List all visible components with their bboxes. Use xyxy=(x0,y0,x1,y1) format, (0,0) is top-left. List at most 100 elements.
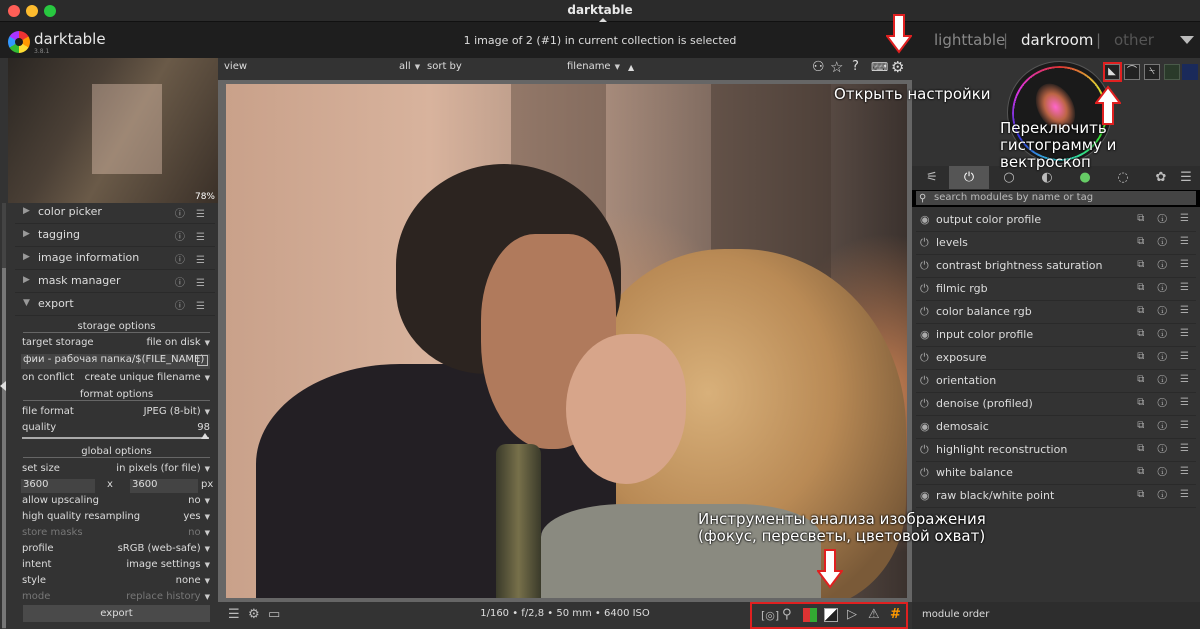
module-row[interactable]: ⏻ white balance ⧉ ⓘ ☰ xyxy=(916,462,1196,485)
annotation-analysis-line2: (фокус, пересветы, цветовой охват) xyxy=(698,527,986,545)
power-icon[interactable]: ⏻ xyxy=(920,466,929,480)
help-icon[interactable]: ? xyxy=(852,59,859,74)
option-value: in pixels (for file) xyxy=(116,463,201,474)
slider-knob[interactable] xyxy=(201,433,209,439)
annotation-analysis-line1: Инструменты анализа изображения xyxy=(698,510,986,528)
module-search-input[interactable]: search modules by name or tag ⚲ xyxy=(916,191,1196,205)
sort-direction-icon[interactable]: ▲ xyxy=(628,63,634,72)
module-export[interactable]: ▼ export ⓘ ☰ xyxy=(15,293,215,316)
power-icon[interactable]: ◉ xyxy=(920,420,930,433)
style-select[interactable]: style none ▼ xyxy=(22,575,210,590)
navigation-thumbnail[interactable]: 78% xyxy=(8,58,218,203)
module-row[interactable]: ⏻ highlight reconstruction ⧉ ⓘ ☰ xyxy=(916,439,1196,462)
power-icon[interactable]: ⏻ xyxy=(920,351,929,365)
module-actions-icon[interactable]: ⧉ ⓘ ☰ xyxy=(1137,213,1194,224)
module-row[interactable]: ⏻ contrast brightness saturation ⧉ ⓘ ☰ xyxy=(916,255,1196,278)
export-path-field[interactable]: фии - рабочая папка/$(FILE_NAME) xyxy=(21,354,210,369)
keyboard-icon[interactable]: ⌨ xyxy=(871,60,888,74)
power-icon[interactable]: ◉ xyxy=(920,213,930,226)
power-icon[interactable]: ◉ xyxy=(920,489,930,502)
module-row[interactable]: ⏻ exposure ⧉ ⓘ ☰ xyxy=(916,347,1196,370)
profile-select[interactable]: profile sRGB (web-safe) ▼ xyxy=(22,543,210,558)
module-tagging[interactable]: ▶ tagging ⓘ ☰ xyxy=(15,224,215,247)
module-actions-icon[interactable]: ⧉ ⓘ ☰ xyxy=(1137,466,1194,477)
module-actions-icon[interactable]: ⧉ ⓘ ☰ xyxy=(1137,328,1194,339)
module-actions-icon[interactable]: ⧉ ⓘ ☰ xyxy=(1137,259,1194,270)
module-name: levels xyxy=(936,236,968,249)
module-info-icon[interactable]: ⓘ ☰ xyxy=(175,297,209,312)
module-row[interactable]: ◉ demosaic ⧉ ⓘ ☰ xyxy=(916,416,1196,439)
power-icon[interactable]: ⏻ xyxy=(920,397,929,411)
gear-icon[interactable]: ⚙ xyxy=(891,58,904,76)
module-group-quick-access-icon[interactable]: ⚟ xyxy=(912,166,952,189)
module-row[interactable]: ⏻ orientation ⧉ ⓘ ☰ xyxy=(916,370,1196,393)
module-name: white balance xyxy=(936,466,1013,479)
views-dropdown-icon[interactable] xyxy=(1180,36,1194,44)
module-order-label[interactable]: module order xyxy=(922,609,989,620)
hq-resampling-select[interactable]: high quality resampling yes ▼ xyxy=(22,511,210,526)
module-row[interactable]: ◉ raw black/white point ⧉ ⓘ ☰ xyxy=(916,485,1196,508)
module-row[interactable]: ⏻ color balance rgb ⧉ ⓘ ☰ xyxy=(916,301,1196,324)
set-size-select[interactable]: set size in pixels (for file) ▼ xyxy=(22,463,210,478)
module-info-icon[interactable]: ⓘ ☰ xyxy=(175,205,209,220)
export-button[interactable]: export xyxy=(23,605,210,622)
power-icon[interactable]: ⏻ xyxy=(920,259,929,273)
quality-slider-label[interactable]: quality 98 xyxy=(22,422,210,437)
module-row[interactable]: ⏻ denoise (profiled) ⧉ ⓘ ☰ xyxy=(916,393,1196,416)
power-icon[interactable]: ⏻ xyxy=(920,374,929,388)
power-icon[interactable]: ◉ xyxy=(920,328,930,341)
left-panel-scrollbar[interactable] xyxy=(2,203,6,629)
power-icon[interactable]: ⏻ xyxy=(920,236,929,250)
module-name: contrast brightness saturation xyxy=(936,259,1103,272)
allow-upscaling-select[interactable]: allow upscaling no ▼ xyxy=(22,495,210,510)
module-actions-icon[interactable]: ⧉ ⓘ ☰ xyxy=(1137,420,1194,431)
file-format-select[interactable]: file format JPEG (8-bit) ▼ xyxy=(22,406,210,421)
module-row[interactable]: ◉ input color profile ⧉ ⓘ ☰ xyxy=(916,324,1196,347)
app-header: darktable 3.8.1 1 image of 2 (#1) in cur… xyxy=(0,22,1200,58)
folder-icon[interactable] xyxy=(197,355,208,366)
module-actions-icon[interactable]: ⧉ ⓘ ☰ xyxy=(1137,374,1194,385)
star-icon[interactable]: ☆ xyxy=(830,58,843,76)
on-conflict-select[interactable]: on conflict create unique filename ▼ xyxy=(22,372,210,387)
module-actions-icon[interactable]: ⧉ ⓘ ☰ xyxy=(1137,282,1194,293)
module-actions-icon[interactable]: ⧉ ⓘ ☰ xyxy=(1137,489,1194,500)
module-color-picker[interactable]: ▶ color picker ⓘ ☰ xyxy=(15,201,215,224)
expand-icon: ▶ xyxy=(23,229,30,239)
module-group-active-icon[interactable]: ⏻ xyxy=(949,166,989,189)
scope-color-green-icon[interactable] xyxy=(1164,64,1180,80)
color-labels-icon[interactable]: ⚇ xyxy=(812,59,825,75)
module-actions-icon[interactable]: ⧉ ⓘ ☰ xyxy=(1137,397,1194,408)
scope-color-blue-icon[interactable] xyxy=(1182,64,1198,80)
module-info-icon[interactable]: ⓘ ☰ xyxy=(175,274,209,289)
power-icon[interactable]: ⏻ xyxy=(920,443,929,457)
height-input[interactable]: 3600 xyxy=(130,479,198,493)
module-row[interactable]: ⏻ levels ⧉ ⓘ ☰ xyxy=(916,232,1196,255)
scope-curve-icon[interactable]: ⌒ xyxy=(1124,64,1140,80)
module-actions-icon[interactable]: ⧉ ⓘ ☰ xyxy=(1137,305,1194,316)
quality-slider[interactable] xyxy=(22,433,209,439)
option-label: style xyxy=(22,575,46,586)
module-info-icon[interactable]: ⓘ ☰ xyxy=(175,251,209,266)
export-path-value[interactable]: фии - рабочая папка/$(FILE_NAME) xyxy=(23,354,204,365)
module-actions-icon[interactable]: ⧉ ⓘ ☰ xyxy=(1137,236,1194,247)
view-tab-lighttable[interactable]: lighttable xyxy=(934,31,1005,49)
module-info-icon[interactable]: ⓘ ☰ xyxy=(175,228,209,243)
view-tab-other[interactable]: other xyxy=(1114,31,1154,49)
power-icon[interactable]: ⏻ xyxy=(920,282,929,296)
filter-select[interactable]: all ▼ xyxy=(399,61,420,72)
navigation-viewport[interactable] xyxy=(92,84,162,174)
sort-select[interactable]: filename ▼ xyxy=(567,61,620,72)
target-storage-select[interactable]: target storage file on disk ▼ xyxy=(22,337,210,352)
view-tab-darkroom[interactable]: darkroom xyxy=(1021,31,1093,49)
module-row[interactable]: ◉ output color profile ⧉ ⓘ ☰ xyxy=(916,209,1196,232)
module-actions-icon[interactable]: ⧉ ⓘ ☰ xyxy=(1137,443,1194,454)
intent-select[interactable]: intent image settings ▼ xyxy=(22,559,210,574)
module-image-information[interactable]: ▶ image information ⓘ ☰ xyxy=(15,247,215,270)
module-row[interactable]: ⏻ filmic rgb ⧉ ⓘ ☰ xyxy=(916,278,1196,301)
width-input[interactable]: 3600 xyxy=(21,479,95,493)
power-icon[interactable]: ⏻ xyxy=(920,305,929,319)
module-mask-manager[interactable]: ▶ mask manager ⓘ ☰ xyxy=(15,270,215,293)
module-actions-icon[interactable]: ⧉ ⓘ ☰ xyxy=(1137,351,1194,362)
scope-type-icon[interactable]: ⍀ xyxy=(1144,64,1160,80)
left-panel-collapse-icon[interactable] xyxy=(0,381,6,391)
